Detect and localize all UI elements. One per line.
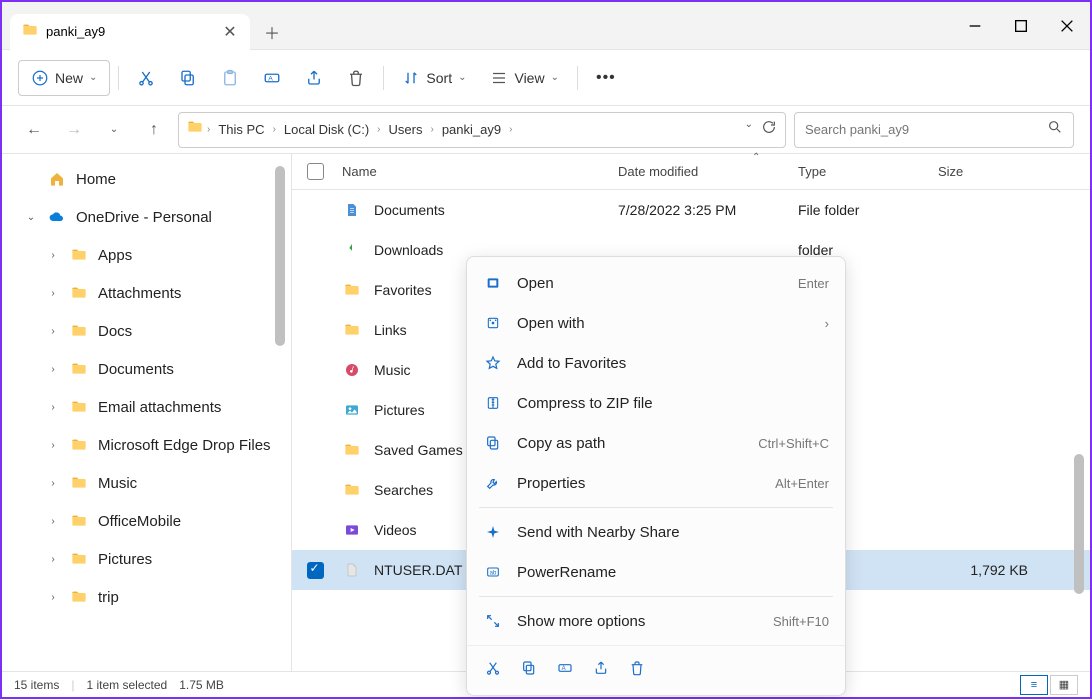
- breadcrumb[interactable]: This PC: [214, 122, 268, 137]
- breadcrumb[interactable]: Local Disk (C:): [280, 122, 373, 137]
- context-menu: OpenEnterOpen with›Add to FavoritesCompr…: [466, 256, 846, 696]
- sidebar-item[interactable]: ›Music: [2, 464, 291, 502]
- sidebar-item[interactable]: ›Docs: [2, 312, 291, 350]
- tab-title: panki_ay9: [46, 24, 214, 39]
- sidebar-item[interactable]: ›Microsoft Edge Drop Files: [2, 426, 291, 464]
- selection-count: 1 item selected: [86, 678, 167, 692]
- new-button[interactable]: New⌄: [18, 60, 110, 96]
- delete-button[interactable]: [337, 60, 375, 96]
- cut-icon[interactable]: [485, 660, 501, 676]
- item-count: 15 items: [14, 678, 59, 692]
- tab[interactable]: panki_ay9 ✕: [10, 14, 250, 50]
- menu-item[interactable]: PropertiesAlt+Enter: [467, 463, 845, 503]
- paste-button[interactable]: [211, 60, 249, 96]
- sidebar-item[interactable]: ›Apps: [2, 236, 291, 274]
- sidebar: Home ⌄OneDrive - Personal ›Apps›Attachme…: [2, 154, 292, 671]
- sidebar-onedrive[interactable]: ⌄OneDrive - Personal: [2, 198, 291, 236]
- sidebar-item[interactable]: ›Attachments: [2, 274, 291, 312]
- column-size[interactable]: Size: [938, 164, 1038, 179]
- sidebar-item[interactable]: ›Email attachments: [2, 388, 291, 426]
- menu-item[interactable]: Open with›: [467, 303, 845, 343]
- folder-icon: [22, 22, 38, 41]
- file-row[interactable]: Documents 7/28/2022 3:25 PM File folder: [292, 190, 1090, 230]
- cut-button[interactable]: [127, 60, 165, 96]
- menu-item[interactable]: Show more optionsShift+F10: [467, 601, 845, 641]
- menu-item[interactable]: Send with Nearby Share: [467, 512, 845, 552]
- share-button[interactable]: [295, 60, 333, 96]
- sidebar-item[interactable]: ›trip: [2, 578, 291, 616]
- sidebar-home[interactable]: Home: [2, 160, 291, 198]
- search-icon[interactable]: [1047, 119, 1063, 140]
- search-box[interactable]: [794, 112, 1074, 148]
- recent-button[interactable]: ⌄: [98, 114, 130, 146]
- menu-item[interactable]: Compress to ZIP file: [467, 383, 845, 423]
- forward-button[interactable]: →: [58, 114, 90, 146]
- up-button[interactable]: ↑: [138, 114, 170, 146]
- column-type[interactable]: Type: [798, 164, 938, 179]
- titlebar: panki_ay9 ✕ ＋: [2, 2, 1090, 50]
- close-button[interactable]: [1044, 2, 1090, 50]
- addressbar[interactable]: › This PC› Local Disk (C:)› Users› panki…: [178, 112, 786, 148]
- column-headers: ⌃ Name Date modified Type Size: [292, 154, 1090, 190]
- menu-item[interactable]: PowerRename: [467, 552, 845, 592]
- close-icon[interactable]: ✕: [222, 24, 238, 40]
- menu-item[interactable]: Add to Favorites: [467, 343, 845, 383]
- sidebar-item[interactable]: ›Pictures: [2, 540, 291, 578]
- menu-item[interactable]: OpenEnter: [467, 263, 845, 303]
- copy-icon[interactable]: [521, 660, 537, 676]
- breadcrumb[interactable]: panki_ay9: [438, 122, 505, 137]
- column-date[interactable]: Date modified: [618, 164, 798, 179]
- details-view-button[interactable]: ≡: [1020, 675, 1048, 695]
- minimize-button[interactable]: [952, 2, 998, 50]
- share-icon[interactable]: [593, 660, 609, 676]
- view-button[interactable]: View⌄: [480, 60, 568, 96]
- search-input[interactable]: [805, 122, 1047, 137]
- sidebar-item[interactable]: ›OfficeMobile: [2, 502, 291, 540]
- copy-button[interactable]: [169, 60, 207, 96]
- new-tab-button[interactable]: ＋: [254, 14, 290, 50]
- sort-button[interactable]: Sort⌄: [392, 60, 476, 96]
- toolbar: New⌄ Sort⌄ View⌄ •••: [2, 50, 1090, 106]
- select-all-checkbox[interactable]: [292, 163, 338, 180]
- rename-button[interactable]: [253, 60, 291, 96]
- back-button[interactable]: ←: [18, 114, 50, 146]
- selection-size: 1.75 MB: [179, 678, 224, 692]
- rename-icon[interactable]: [557, 660, 573, 676]
- menu-item[interactable]: Copy as pathCtrl+Shift+C: [467, 423, 845, 463]
- scrollbar-thumb[interactable]: [275, 166, 285, 346]
- chevron-down-icon[interactable]: ⌄: [745, 119, 753, 140]
- folder-icon: [187, 119, 203, 140]
- delete-icon[interactable]: [629, 660, 645, 676]
- breadcrumb[interactable]: Users: [385, 122, 427, 137]
- more-button[interactable]: •••: [586, 60, 626, 96]
- maximize-button[interactable]: [998, 2, 1044, 50]
- navbar: ← → ⌄ ↑ › This PC› Local Disk (C:)› User…: [2, 106, 1090, 154]
- sidebar-item[interactable]: ›Documents: [2, 350, 291, 388]
- icons-view-button[interactable]: ▦: [1050, 675, 1078, 695]
- scrollbar-thumb[interactable]: [1074, 454, 1084, 594]
- sort-indicator: ⌃: [752, 152, 760, 163]
- refresh-icon[interactable]: [761, 119, 777, 140]
- column-name[interactable]: Name: [338, 164, 618, 179]
